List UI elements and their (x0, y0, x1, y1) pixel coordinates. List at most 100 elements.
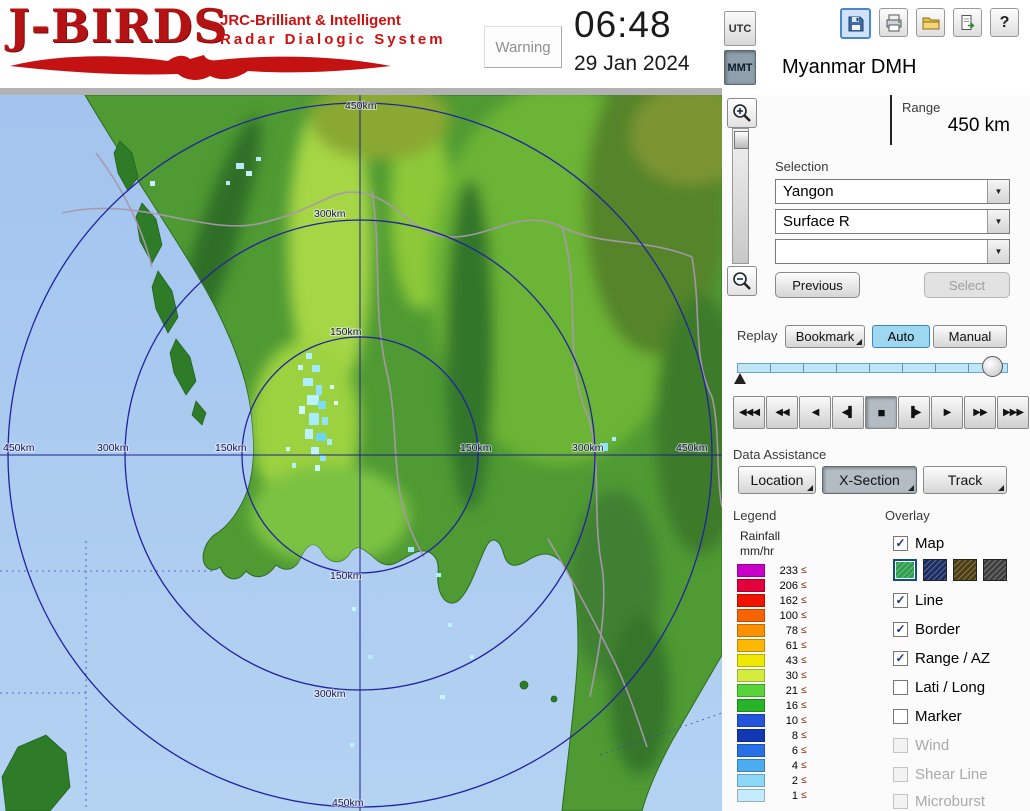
checkbox-disabled (893, 737, 908, 753)
overlay-item-lati-long[interactable]: Lati / Long (893, 676, 985, 698)
chevron-down-icon[interactable]: ▼ (987, 210, 1009, 233)
x-section-button[interactable]: X-Section (822, 466, 917, 494)
range-label: 450km (345, 100, 377, 112)
control-panel: Range 450 km Selection Yangon ▼ Surface … (722, 95, 1030, 811)
checkbox-checked[interactable]: ✓ (893, 621, 908, 637)
chevron-down-icon[interactable]: ▼ (987, 180, 1009, 203)
export-button[interactable] (953, 8, 982, 37)
overlay-item-map[interactable]: ✓ Map (893, 532, 944, 554)
zoom-slider[interactable] (732, 128, 749, 264)
replay-timeline-slider[interactable] (737, 363, 1008, 373)
legend-swatch (737, 744, 765, 757)
range-label: 300km (314, 688, 346, 700)
legend-swatch (737, 684, 765, 697)
data-assistance-label: Data Assistance (733, 447, 827, 462)
legend-row: 30 ≤ (733, 668, 807, 683)
forward-fast-button[interactable]: ▶▶▶ (997, 396, 1029, 429)
range-label: 300km (97, 442, 129, 454)
help-button[interactable]: ? (990, 8, 1019, 37)
bookmark-button[interactable]: Bookmark (785, 325, 865, 348)
legend-swatch (737, 564, 765, 577)
zoom-in-button[interactable] (727, 98, 757, 128)
eagle-icon (10, 55, 391, 80)
overlay-item-border[interactable]: ✓ Border (893, 618, 960, 640)
checkbox-checked[interactable]: ✓ (893, 592, 908, 608)
legend-row: 206 ≤ (733, 578, 807, 593)
replay-auto-button[interactable]: Auto (872, 325, 930, 348)
checkbox-checked[interactable]: ✓ (893, 535, 908, 551)
overlay-item-marker[interactable]: Marker (893, 705, 962, 727)
site-dropdown-value: Yangon (783, 183, 834, 200)
warning-indicator[interactable]: Warning (484, 26, 562, 68)
overlay-item-range-az[interactable]: ✓ Range / AZ (893, 647, 990, 669)
range-label: 150km (215, 442, 247, 454)
map-style-dark-blue[interactable] (923, 559, 947, 581)
legend-row: 1 ≤ (733, 788, 807, 803)
rewind-fast-button[interactable]: ◀◀◀ (733, 396, 765, 429)
play-button[interactable]: ▶ (931, 396, 963, 429)
range-label: 150km (460, 442, 492, 454)
option-dropdown[interactable]: ▼ (775, 239, 1010, 264)
map-style-dark-gray[interactable] (983, 559, 1007, 581)
previous-button[interactable]: Previous (775, 272, 860, 298)
product-dropdown[interactable]: Surface R ▼ (775, 209, 1010, 234)
step-forward-button[interactable]: ▐▶ (898, 396, 930, 429)
legend-swatch (737, 594, 765, 607)
print-icon (886, 14, 901, 31)
legend-row: 21 ≤ (733, 683, 807, 698)
overlay-item-line[interactable]: ✓ Line (893, 589, 943, 611)
rewind-button[interactable]: ◀◀ (766, 396, 798, 429)
map-style-green[interactable] (893, 559, 917, 581)
legend-swatch (737, 774, 765, 787)
legend-unit-line1: Rainfall (740, 529, 781, 543)
timeline-start-marker (734, 373, 746, 384)
timeline-knob[interactable] (982, 356, 1003, 377)
range-label: 300km (572, 442, 604, 454)
checkbox-unchecked[interactable] (893, 679, 908, 695)
checkbox-checked[interactable]: ✓ (893, 650, 908, 666)
step-back-button[interactable]: ◀▌ (832, 396, 864, 429)
track-button[interactable]: Track (923, 466, 1007, 494)
print-button[interactable] (879, 8, 908, 37)
legend-unit-line2: mm/hr (740, 544, 774, 558)
chevron-down-icon[interactable]: ▼ (987, 240, 1009, 263)
overlay-item-wind: Wind (893, 734, 949, 756)
range-label: 450km (3, 442, 35, 454)
forward-button[interactable]: ▶▶ (964, 396, 996, 429)
save-icon (848, 16, 863, 31)
map-style-dark-olive[interactable] (953, 559, 977, 581)
save-button[interactable] (840, 8, 871, 39)
timezone-utc-button[interactable]: UTC (724, 11, 756, 46)
legend-swatch (737, 654, 765, 667)
select-button[interactable]: Select (924, 272, 1010, 298)
playback-controls: ◀◀◀ ◀◀ ◀ ◀▌ ■ ▐▶ ▶ ▶▶ ▶▶▶ (733, 396, 1029, 429)
header-divider (0, 88, 722, 95)
timezone-mmt-button[interactable]: MMT (724, 50, 756, 85)
checkbox-disabled (893, 766, 908, 782)
zoom-in-icon (733, 104, 751, 122)
legend-row: 100 ≤ (733, 608, 807, 623)
clock-date: 29 Jan 2024 (574, 52, 690, 75)
zoom-out-icon (733, 272, 751, 290)
legend-swatch (737, 714, 765, 727)
location-button[interactable]: Location (738, 466, 816, 494)
site-dropdown[interactable]: Yangon ▼ (775, 179, 1010, 204)
warning-label: Warning (495, 38, 551, 56)
overlay-item-microburst: Microburst (893, 790, 985, 811)
legend-swatch (737, 624, 765, 637)
legend-row: 2 ≤ (733, 773, 807, 788)
range-label: 150km (330, 326, 362, 338)
play-reverse-button[interactable]: ◀ (799, 396, 831, 429)
stop-button[interactable]: ■ (865, 396, 897, 429)
open-folder-button[interactable] (916, 8, 945, 37)
legend-row: 16 ≤ (733, 698, 807, 713)
zoom-out-button[interactable] (727, 266, 757, 296)
zoom-slider-thumb[interactable] (734, 131, 749, 149)
product-dropdown-value: Surface R (783, 213, 850, 230)
radar-map[interactable]: 450km 300km 150km 150km 300km 450km 450k… (0, 95, 722, 811)
checkbox-unchecked[interactable] (893, 708, 908, 724)
open-folder-icon (922, 17, 939, 29)
logo-tagline-2: Radar Dialogic System (220, 31, 446, 48)
replay-manual-button[interactable]: Manual (933, 325, 1007, 348)
range-label: 300km (314, 208, 346, 220)
